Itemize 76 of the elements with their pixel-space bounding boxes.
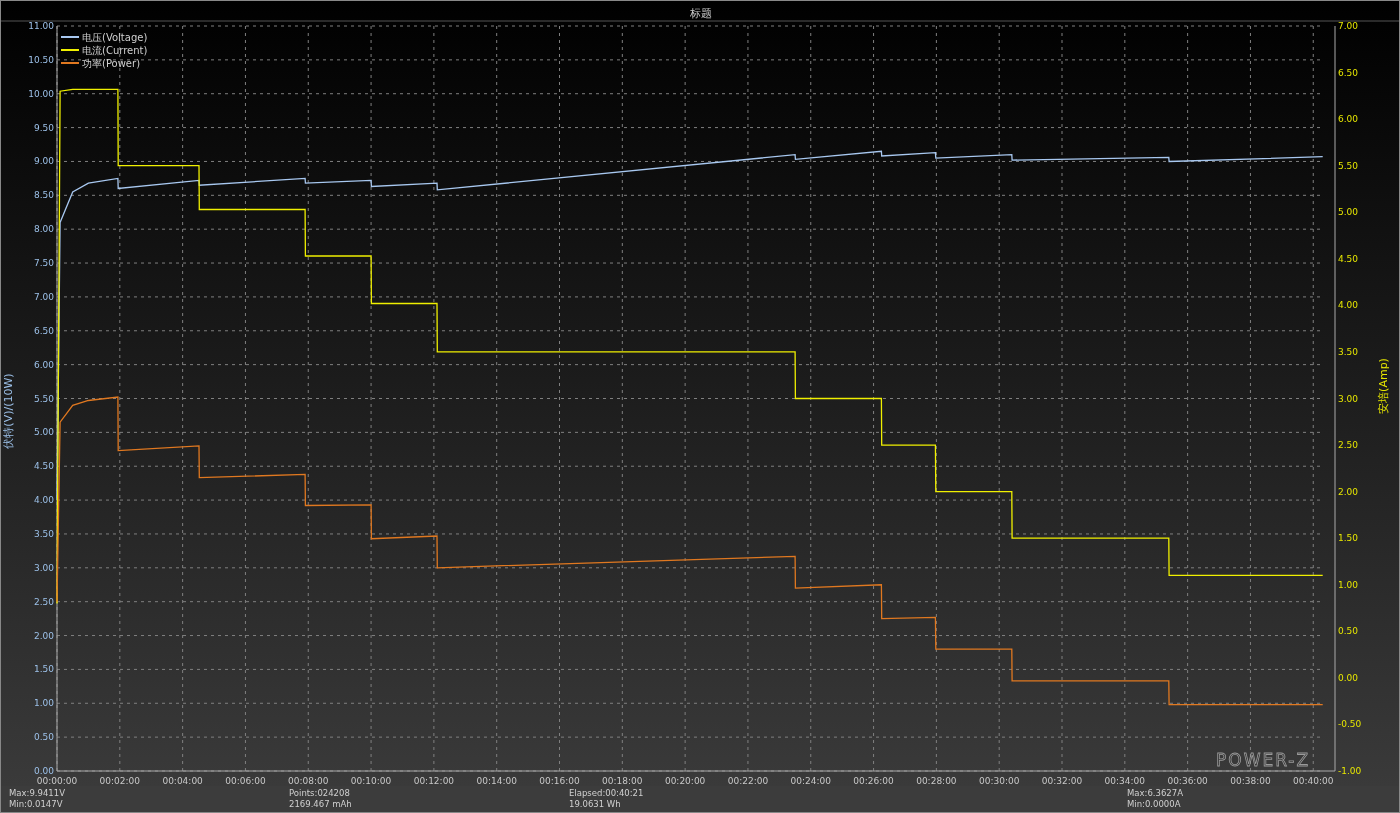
axis-tick-label: 6.00 bbox=[33, 359, 54, 370]
axis-tick-label: 1.00 bbox=[1338, 579, 1359, 590]
axis-tick-label: 3.50 bbox=[33, 528, 54, 539]
axis-tick-label: 4.50 bbox=[33, 461, 54, 472]
axis-tick-label: 00:30:00 bbox=[979, 776, 1020, 786]
status-text: 2169.467 mAh bbox=[289, 799, 352, 809]
axis-tick-label: 00:12:00 bbox=[413, 776, 455, 786]
axis-tick-label: 7.00 bbox=[33, 291, 54, 302]
axis-tick-label: 8.50 bbox=[33, 190, 54, 201]
logo: POWER-Z bbox=[1216, 750, 1311, 770]
axis-tick-label: 2.00 bbox=[1338, 486, 1359, 497]
axis-tick-label: 00:18:00 bbox=[602, 776, 643, 786]
axis-tick-label: 6.50 bbox=[33, 325, 54, 336]
axis-tick-label: 3.00 bbox=[1338, 393, 1359, 404]
axis-tick-label: 0.50 bbox=[1338, 626, 1359, 637]
axis-tick-label: 00:00:00 bbox=[36, 776, 78, 786]
axis-tick-label: 8.00 bbox=[33, 224, 54, 235]
axis-tick-label: 00:14:00 bbox=[476, 776, 517, 786]
axis-tick-label: 11.00 bbox=[28, 21, 54, 31]
axis-tick-label: 0.00 bbox=[33, 766, 54, 776]
axis-tick-label: 00:38:00 bbox=[1230, 776, 1271, 786]
legend-label: 功率(Power) bbox=[82, 58, 141, 69]
axis-tick-label: 2.50 bbox=[33, 596, 54, 607]
axis-tick-label: -1.00 bbox=[1338, 766, 1362, 776]
axis-tick-label: 10.50 bbox=[28, 54, 54, 65]
status-text: Elapsed:00:40:21 bbox=[569, 788, 644, 798]
status-text: Max:9.9411V bbox=[9, 788, 65, 798]
legend-label: 电压(Voltage) bbox=[82, 32, 148, 43]
axis-tick-label: 00:04:00 bbox=[162, 776, 203, 786]
status-text: Min:0.0147V bbox=[9, 799, 63, 809]
axis-tick-label: 1.00 bbox=[33, 698, 54, 709]
axis-tick-label: 5.00 bbox=[1338, 207, 1359, 218]
axis-tick-label: 2.00 bbox=[33, 630, 54, 641]
axis-tick-label: 00:26:00 bbox=[853, 776, 894, 786]
axis-tick-label: 00:24:00 bbox=[790, 776, 831, 786]
axis-tick-label: 5.00 bbox=[33, 427, 54, 438]
chart-title: 标题 bbox=[690, 7, 712, 20]
axis-title: 伏特(V)/(10W) bbox=[2, 373, 15, 449]
axis-tick-label: 00:16:00 bbox=[539, 776, 580, 786]
axis-tick-label: 5.50 bbox=[1338, 160, 1359, 171]
axis-tick-label: 6.00 bbox=[1338, 114, 1359, 125]
axis-tick-label: 00:10:00 bbox=[350, 776, 392, 786]
axis-tick-label: 00:22:00 bbox=[727, 776, 769, 786]
axis-tick-label: 00:02:00 bbox=[99, 776, 140, 786]
axis-tick-label: 1.50 bbox=[1338, 533, 1359, 544]
axis-tick-label: 4.50 bbox=[1338, 253, 1359, 264]
axis-tick-label: 1.50 bbox=[33, 664, 54, 675]
status-text: Max:6.3627A bbox=[1127, 788, 1183, 798]
legend-label: 电流(Current) bbox=[82, 45, 148, 56]
axis-tick-label: 4.00 bbox=[33, 495, 54, 506]
axis-tick-label: -0.50 bbox=[1338, 719, 1362, 730]
axis-title: 安培(Amp) bbox=[1377, 358, 1390, 414]
axis-tick-label: 5.50 bbox=[33, 393, 54, 404]
axis-tick-label: 9.00 bbox=[33, 156, 54, 167]
axis-tick-label: 0.00 bbox=[1338, 672, 1359, 683]
axis-tick-label: 0.50 bbox=[33, 732, 54, 743]
axis-tick-label: 6.50 bbox=[1338, 67, 1359, 78]
axis-tick-label: 4.00 bbox=[1338, 300, 1359, 311]
axis-tick-label: 3.50 bbox=[1338, 346, 1359, 357]
axis-tick-label: 7.00 bbox=[1338, 21, 1359, 31]
status-text: Points:024208 bbox=[289, 788, 350, 798]
axis-tick-label: 9.50 bbox=[33, 122, 54, 133]
axis-tick-label: 3.00 bbox=[33, 562, 54, 573]
status-text: Min:0.0000A bbox=[1127, 799, 1181, 809]
axis-tick-label: 00:34:00 bbox=[1104, 776, 1146, 786]
axis-tick-label: 00:36:00 bbox=[1167, 776, 1208, 786]
axis-tick-label: 2.50 bbox=[1338, 440, 1359, 451]
axis-tick-label: 00:40:00 bbox=[1293, 776, 1334, 786]
axis-tick-label: 00:32:00 bbox=[1041, 776, 1083, 786]
axis-tick-label: 00:20:00 bbox=[664, 776, 706, 786]
axis-tick-label: 7.50 bbox=[33, 258, 54, 269]
axis-tick-label: 00:28:00 bbox=[916, 776, 957, 786]
axis-tick-label: 10.00 bbox=[28, 88, 54, 99]
axis-tick-label: 00:06:00 bbox=[225, 776, 266, 786]
status-text: 19.0631 Wh bbox=[569, 799, 621, 809]
axis-tick-label: 00:08:00 bbox=[288, 776, 329, 786]
